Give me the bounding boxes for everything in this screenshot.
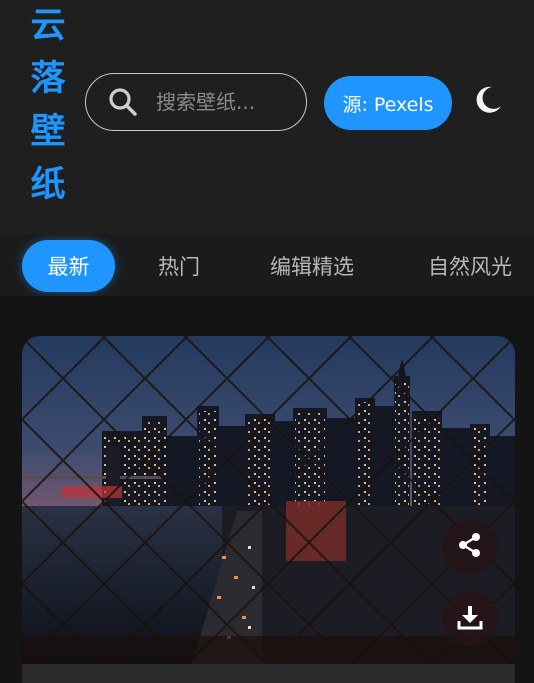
- logo-char: 壁: [30, 112, 66, 152]
- moon-icon: [472, 84, 504, 120]
- theme-toggle-button[interactable]: [470, 84, 506, 120]
- search-input[interactable]: [154, 89, 298, 115]
- download-button[interactable]: [442, 591, 498, 647]
- download-icon: [456, 603, 484, 635]
- logo-char: 落: [30, 59, 66, 99]
- wallpaper-card[interactable]: [22, 336, 515, 683]
- tab-editors-choice[interactable]: 编辑精选: [260, 240, 364, 292]
- logo-char: 云: [30, 6, 66, 46]
- category-tabs: 最新 热门 编辑精选 自然风光: [0, 234, 534, 296]
- share-icon: [456, 531, 484, 563]
- share-button[interactable]: [442, 519, 498, 575]
- search-box[interactable]: [85, 73, 307, 131]
- wallpaper-image[interactable]: [22, 336, 515, 664]
- tab-nature[interactable]: 自然风光: [418, 240, 522, 292]
- app-header: 云 落 壁 纸 源: Pexels: [0, 0, 534, 234]
- source-button[interactable]: 源: Pexels: [324, 76, 452, 130]
- search-icon: [106, 85, 140, 119]
- card-footer: [22, 664, 515, 683]
- app-logo: 云 落 壁 纸: [28, 0, 68, 212]
- tab-latest[interactable]: 最新: [22, 240, 115, 292]
- tab-popular[interactable]: 热门: [145, 240, 213, 292]
- logo-char: 纸: [30, 165, 66, 205]
